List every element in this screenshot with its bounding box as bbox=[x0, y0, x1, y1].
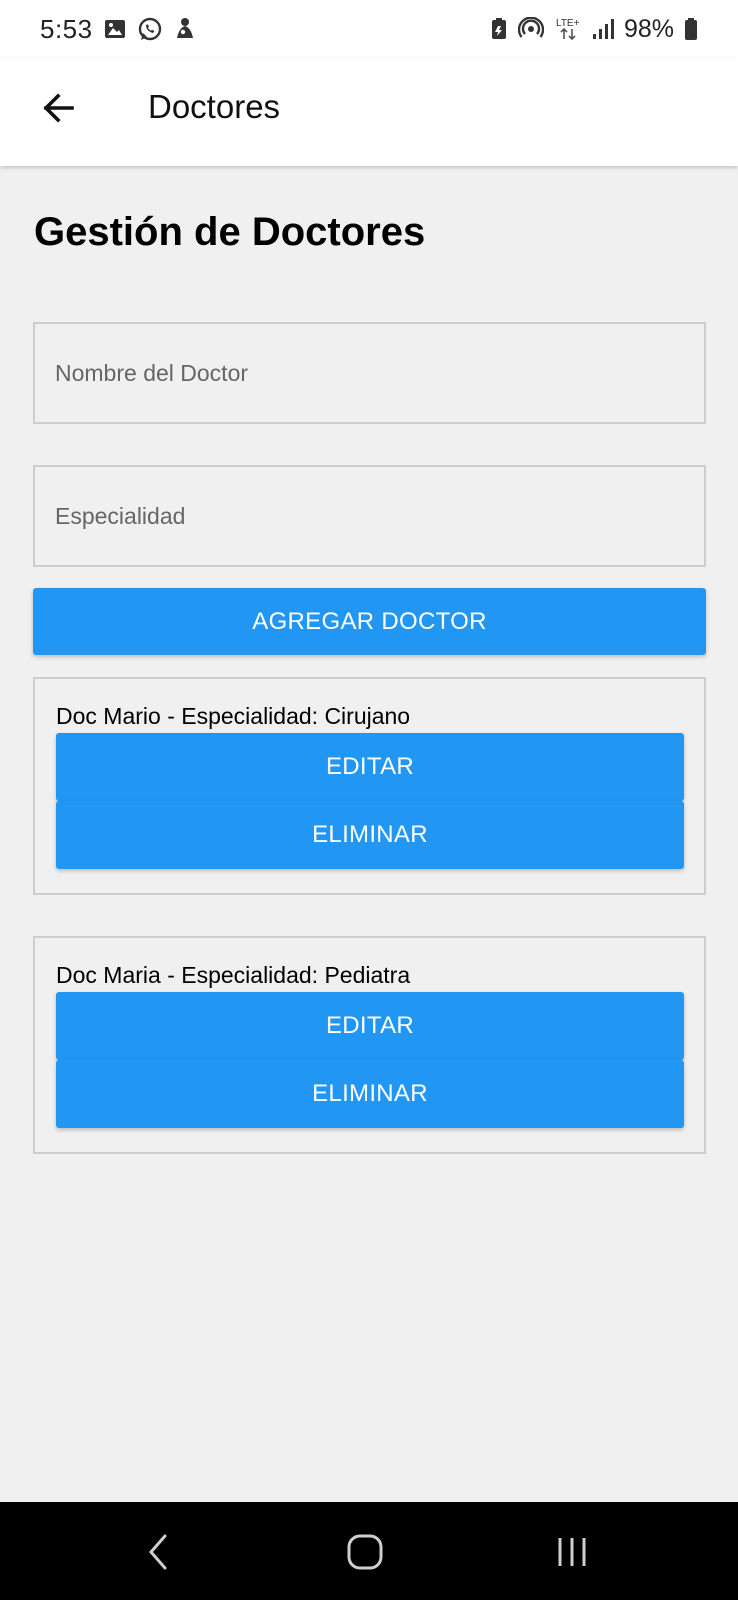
delete-doctor-button[interactable]: ELIMINAR bbox=[56, 801, 684, 869]
status-bar: 5:53 LTE+ 98% bbox=[0, 0, 738, 58]
doctor-card: Doc Maria - Especialidad: Pediatra EDITA… bbox=[33, 936, 706, 1154]
hotspot-icon bbox=[517, 17, 544, 41]
screen: 5:53 LTE+ 98% Doctores Gestión de Doctor… bbox=[0, 0, 738, 1600]
battery-icon bbox=[684, 17, 698, 41]
nav-back-button[interactable] bbox=[126, 1524, 190, 1580]
nav-recents-button[interactable] bbox=[540, 1524, 604, 1580]
nav-home-button[interactable] bbox=[333, 1524, 397, 1580]
edit-doctor-button[interactable]: EDITAR bbox=[56, 733, 684, 801]
battery-saver-icon bbox=[490, 17, 508, 41]
arrow-left-icon bbox=[43, 93, 74, 123]
edit-doctor-button[interactable]: EDITAR bbox=[56, 992, 684, 1060]
battery-percent: 98% bbox=[623, 14, 674, 43]
signal-icon bbox=[592, 17, 614, 41]
navigation-bar bbox=[0, 1502, 738, 1600]
back-nav-icon bbox=[149, 1534, 167, 1570]
specialty-field bbox=[33, 465, 706, 567]
status-right: LTE+ 98% bbox=[490, 15, 698, 44]
assistant-icon bbox=[173, 16, 197, 42]
doctor-info: Doc Mario - Especialidad: Cirujano bbox=[56, 703, 411, 729]
doctor-name-input[interactable] bbox=[35, 324, 704, 422]
back-button[interactable] bbox=[30, 80, 86, 136]
doctor-info: Doc Maria - Especialidad: Pediatra bbox=[56, 962, 411, 988]
doctor-name-field bbox=[33, 322, 706, 424]
page-title: Gestión de Doctores bbox=[34, 210, 426, 254]
delete-doctor-button[interactable]: ELIMINAR bbox=[56, 1060, 684, 1128]
status-time: 5:53 bbox=[40, 13, 93, 44]
lte-plus-icon: LTE+ bbox=[554, 15, 582, 43]
doctor-card: Doc Mario - Especialidad: Cirujano EDITA… bbox=[33, 677, 706, 895]
svg-text:LTE+: LTE+ bbox=[556, 18, 580, 29]
app-bar-title: Doctores bbox=[148, 88, 281, 125]
gallery-icon bbox=[103, 17, 127, 41]
add-doctor-button[interactable]: AGREGAR DOCTOR bbox=[33, 588, 706, 655]
status-left: 5:53 bbox=[40, 14, 197, 45]
recents-nav-icon bbox=[558, 1538, 586, 1566]
specialty-input[interactable] bbox=[35, 467, 704, 565]
whatsapp-icon bbox=[137, 16, 163, 42]
app-bar: Doctores bbox=[0, 58, 738, 166]
home-nav-icon bbox=[347, 1534, 383, 1570]
